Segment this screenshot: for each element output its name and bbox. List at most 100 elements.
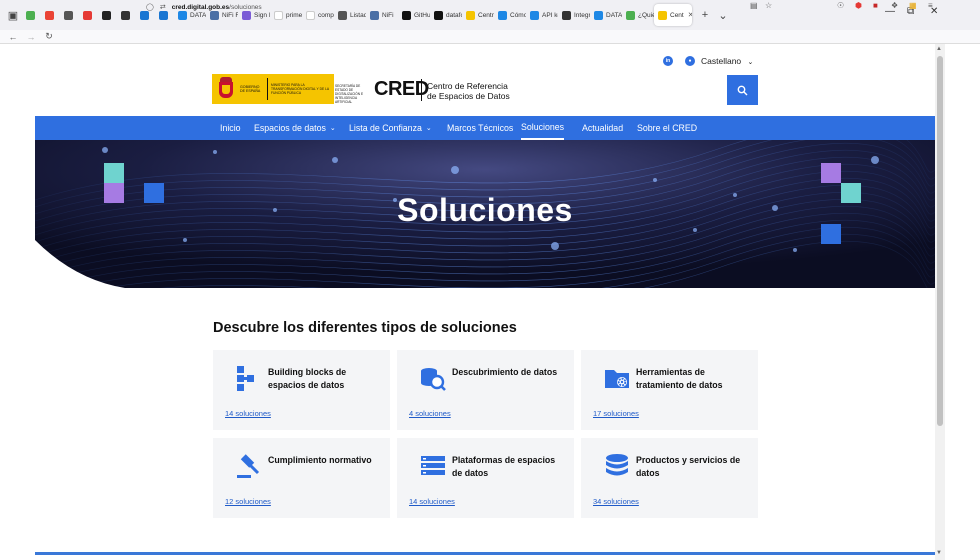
url-path: /soluciones xyxy=(229,3,262,11)
browser-tab[interactable]: DATAF xyxy=(590,4,622,26)
reader-view-icon[interactable]: ▤ xyxy=(750,1,758,10)
browser-tab[interactable]: NiFi xyxy=(366,4,398,26)
nav-item-label: Marcos Técnicos xyxy=(447,123,514,133)
forward-icon[interactable]: → xyxy=(26,32,36,42)
browser-tab[interactable] xyxy=(98,4,117,26)
tab-label: Listad xyxy=(350,11,366,19)
nav-item[interactable]: Soluciones xyxy=(521,116,565,140)
linkedin-icon[interactable]: in xyxy=(663,56,673,66)
browser-tab[interactable]: datafo xyxy=(430,4,462,26)
bookmark-star-icon[interactable]: ☆ xyxy=(765,1,772,10)
nav-item[interactable]: Lista de Confianza ⌄ xyxy=(349,116,432,140)
solution-card-title: Cumplimiento normativo xyxy=(268,455,372,465)
solution-count-link[interactable]: 4 soluciones xyxy=(409,409,451,418)
browser-tab[interactable]: primer xyxy=(270,4,302,26)
extension-red-icon[interactable]: ■ xyxy=(873,1,878,10)
browser-tab[interactable] xyxy=(79,4,98,26)
browser-tab[interactable]: Centro xyxy=(462,4,494,26)
database-icon xyxy=(603,452,631,480)
browser-tab[interactable]: API key xyxy=(526,4,558,26)
nav-item[interactable]: Espacios de datos ⌄ xyxy=(254,116,336,140)
solution-count-link[interactable]: 12 soluciones xyxy=(225,497,271,506)
browser-tab[interactable]: Listad xyxy=(334,4,366,26)
government-label: Gobierno de España xyxy=(240,85,261,93)
scroll-up-icon[interactable]: ▲ xyxy=(936,46,942,52)
menu-icon[interactable]: ≡ xyxy=(928,1,933,10)
nav-item-label: Lista de Confianza xyxy=(349,123,422,133)
government-logo[interactable]: Gobierno de España Ministerio para la Tr… xyxy=(212,74,334,104)
data-discovery-icon xyxy=(419,364,447,392)
main-navigation: Inicio Espacios de datos ⌄ Lista de Confian… xyxy=(35,116,935,140)
decor-square xyxy=(104,163,124,183)
solution-count-link[interactable]: 14 soluciones xyxy=(225,409,271,418)
color-extension-icon[interactable]: ▦ xyxy=(909,1,917,10)
browser-tab[interactable] xyxy=(60,4,79,26)
tab-favicon-icon xyxy=(306,10,315,20)
tab-favicon-icon xyxy=(102,10,111,20)
browser-tab[interactable] xyxy=(41,4,60,26)
social-icon[interactable]: ● xyxy=(685,56,695,66)
solution-card[interactable]: Herramientas de tratamiento de datos 17 s… xyxy=(581,350,758,430)
tab-label: Cómo xyxy=(510,11,526,19)
account-icon[interactable]: ☉ xyxy=(837,1,844,10)
browser-tab[interactable]: GitHub xyxy=(398,4,430,26)
solution-count-link[interactable]: 14 soluciones xyxy=(409,497,455,506)
solution-card[interactable]: Plataformas de espacios de datos 14 soluc… xyxy=(397,438,574,518)
ublock-icon[interactable]: ⬢ xyxy=(855,1,862,10)
solution-card-title: Herramientas de tratamiento de datos xyxy=(636,367,723,390)
browser-tab[interactable]: compo xyxy=(302,4,334,26)
solution-card[interactable]: Descubrimiento de datos 4 soluciones xyxy=(397,350,574,430)
extensions-icon[interactable]: ❖ xyxy=(891,1,898,10)
reload-icon[interactable]: ↻ xyxy=(44,31,54,42)
tab-overview-icon[interactable]: ▣ xyxy=(4,6,22,24)
tab-label: Integra xyxy=(574,11,590,19)
back-icon[interactable]: ← xyxy=(8,32,18,42)
search-button[interactable] xyxy=(727,75,758,105)
permissions-icon[interactable]: ⇄ xyxy=(160,3,166,11)
nav-item[interactable]: Inicio xyxy=(220,116,241,140)
hero-bokeh-dot xyxy=(183,238,187,242)
browser-tab[interactable]: ¿Quién xyxy=(622,4,654,26)
solution-card[interactable]: Productos y servicios de datos 34 solucio… xyxy=(581,438,758,518)
browser-tab[interactable] xyxy=(117,4,136,26)
tab-favicon-icon xyxy=(26,10,35,20)
tab-list-chevron-icon[interactable]: ⌄ xyxy=(714,6,732,24)
ministry-label: Ministerio para la Transformación Digita… xyxy=(271,83,329,95)
browser-tab[interactable]: Cómo xyxy=(494,4,526,26)
tab-favicon-icon xyxy=(434,10,443,20)
tab-label: NiFi xyxy=(382,11,394,19)
cred-subtitle: Centro de Referencia de Espacios de Dato… xyxy=(427,81,510,101)
tab-favicon-icon xyxy=(658,10,667,20)
nav-item[interactable]: Actualidad xyxy=(582,116,623,140)
new-tab-icon[interactable]: + xyxy=(696,6,714,24)
solution-count-link[interactable]: 34 soluciones xyxy=(593,497,639,506)
solution-count-link[interactable]: 17 soluciones xyxy=(593,409,639,418)
browser-tab[interactable]: Integra xyxy=(558,4,590,26)
nav-item[interactable]: Sobre el CRED xyxy=(637,116,697,140)
browser-tab[interactable] xyxy=(22,4,41,26)
tab-label: ¿Quién xyxy=(638,11,654,19)
tab-favicon-icon xyxy=(530,10,539,20)
nav-item-label: Actualidad xyxy=(582,123,624,133)
tab-favicon-icon xyxy=(626,10,635,20)
secretaria-label: Secretaría de Estado de Digitalización e… xyxy=(335,84,364,104)
address-bar[interactable]: ◯ ⇄ cred.digital.gob.es/soluciones xyxy=(146,1,262,13)
language-selector[interactable]: Castellano ⌄ xyxy=(701,56,753,66)
solution-card[interactable]: Cumplimiento normativo 12 soluciones xyxy=(213,438,390,518)
cred-subtitle-line1: Centro de Referencia xyxy=(427,81,508,91)
header-utilities: in ● Castellano ⌄ xyxy=(663,56,753,66)
hero-bokeh-dot xyxy=(793,248,797,252)
browser-window: ▣ DATAFNiFi FlSign InprimercompoListadNi… xyxy=(0,0,980,560)
scrollbar-thumb[interactable] xyxy=(937,56,943,426)
shield-icon[interactable]: ◯ xyxy=(146,3,154,11)
page-content: in ● Castellano ⌄ Gobierno de España Min… xyxy=(35,44,935,560)
scroll-down-icon[interactable]: ▼ xyxy=(936,550,942,556)
solution-card[interactable]: Building blocks de espacios de datos 14 s… xyxy=(213,350,390,430)
hero-bokeh-dot xyxy=(653,178,657,182)
chevron-down-icon: ⌄ xyxy=(747,59,754,66)
nav-item-label: Inicio xyxy=(220,123,241,133)
tab-favicon-icon xyxy=(370,10,379,20)
nav-item[interactable]: Marcos Técnicos xyxy=(447,116,513,140)
close-tab-icon[interactable]: ✕ xyxy=(688,11,692,19)
browser-tab[interactable]: Cent ✕ xyxy=(654,4,692,26)
